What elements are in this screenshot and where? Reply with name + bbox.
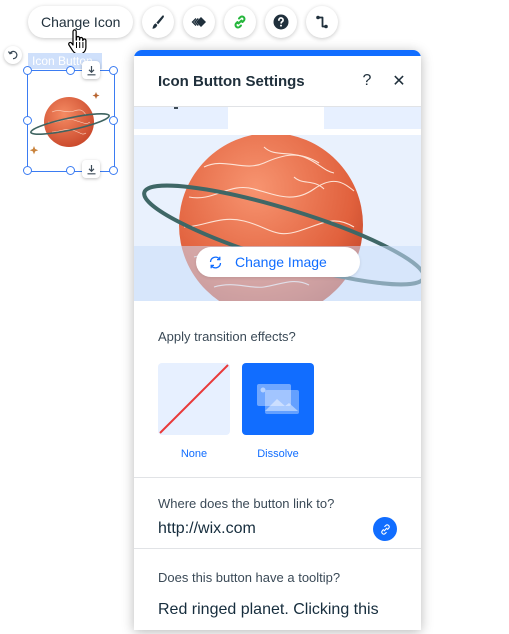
download-arrow-icon — [87, 164, 95, 174]
stretch-bottom-button[interactable] — [82, 160, 100, 178]
resize-handle-n[interactable] — [66, 66, 75, 75]
connect-button[interactable] — [306, 6, 339, 38]
tooltip-label: Does this button have a tooltip? — [158, 570, 341, 585]
transition-label: Apply transition effects? — [158, 329, 296, 344]
stretch-top-button[interactable] — [82, 61, 100, 79]
animation-diamond-icon — [191, 17, 207, 27]
tab-regular[interactable] — [134, 107, 228, 129]
tooltip-input[interactable]: Red ringed planet. Clicking this — [158, 601, 398, 619]
dissolve-images-icon — [257, 384, 299, 414]
dissolve-thumbnail[interactable] — [242, 363, 314, 435]
tooltip-section: Does this button have a tooltip? Red rin… — [134, 549, 421, 619]
panel-title: Icon Button Settings — [158, 72, 305, 90]
image-tabs — [134, 107, 421, 129]
question-circle-icon — [273, 14, 289, 30]
paintbrush-icon — [152, 15, 165, 29]
undo-icon — [7, 50, 18, 60]
download-arrow-icon — [87, 65, 95, 75]
resize-handle-se[interactable] — [109, 166, 118, 175]
edit-link-button[interactable] — [373, 517, 397, 541]
transition-option-dissolve[interactable]: Dissolve — [242, 363, 314, 460]
help-question-icon[interactable]: ? — [351, 65, 383, 97]
resize-handle-s[interactable] — [66, 166, 75, 175]
tab-other[interactable] — [324, 107, 421, 129]
link-icon — [234, 15, 246, 29]
change-image-button[interactable]: Change Image — [196, 247, 360, 277]
panel-header: Icon Button Settings ? ✕ — [134, 56, 421, 107]
transition-section: Apply transition effects? None Dissolve — [134, 301, 421, 478]
link-icon — [380, 523, 390, 535]
change-image-label: Change Image — [235, 254, 327, 270]
link-button[interactable] — [224, 6, 257, 38]
icon-button-settings-panel: Icon Button Settings ? ✕ Change Image Ap… — [134, 50, 421, 630]
close-icon[interactable]: ✕ — [383, 65, 415, 97]
resize-handle-nw[interactable] — [23, 66, 32, 75]
no-effect-slash-icon — [159, 364, 229, 434]
design-button[interactable] — [142, 6, 175, 38]
none-label: None — [180, 448, 208, 460]
connect-path-icon — [316, 15, 329, 29]
link-section: Where does the button link to? http://wi… — [134, 478, 421, 549]
link-value[interactable]: http://wix.com — [158, 520, 256, 538]
help-button[interactable] — [265, 6, 298, 38]
image-preview: Change Image — [134, 135, 421, 301]
none-thumbnail[interactable] — [158, 363, 230, 435]
transition-option-none[interactable]: None — [158, 363, 230, 460]
planet-icon-image — [29, 92, 110, 155]
refresh-icon — [209, 256, 222, 268]
resize-handle-sw[interactable] — [23, 166, 32, 175]
link-label: Where does the button link to? — [158, 496, 335, 511]
dissolve-label: Dissolve — [257, 448, 299, 460]
undo-button[interactable] — [4, 46, 22, 64]
animation-button[interactable] — [183, 6, 216, 38]
resize-handle-ne[interactable] — [109, 66, 118, 75]
tab-hover[interactable] — [228, 107, 324, 129]
